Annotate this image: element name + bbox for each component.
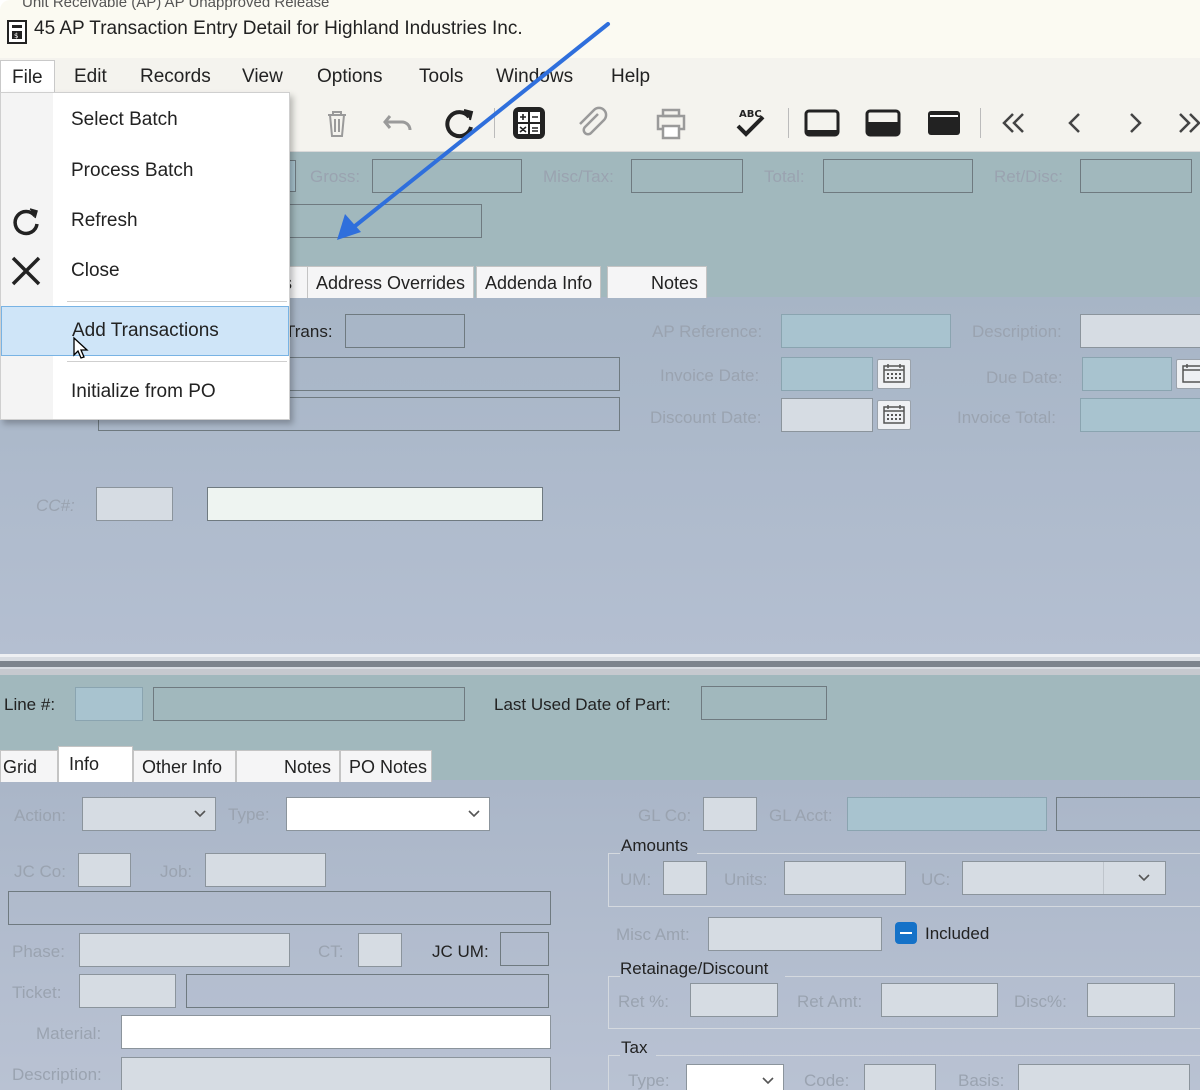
annotation-arrow-icon [337, 22, 610, 240]
app-window: Unit Receivable (AP) AP Unapproved Relea… [0, 0, 1200, 1090]
